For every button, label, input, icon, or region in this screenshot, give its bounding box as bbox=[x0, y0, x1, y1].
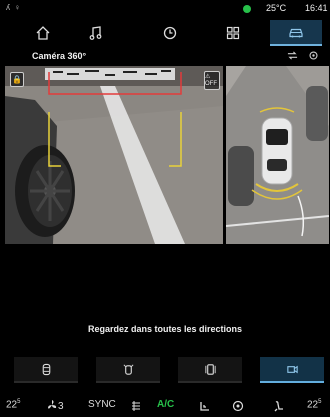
left-temperature[interactable]: 225 bbox=[6, 399, 20, 410]
status-icons: ʎ ♀ bbox=[6, 3, 22, 12]
camera-mode-icon[interactable]: 🔒 bbox=[10, 72, 24, 87]
settings-icon[interactable] bbox=[308, 50, 319, 61]
view-selector bbox=[0, 357, 330, 383]
front-view-button[interactable] bbox=[14, 357, 78, 383]
front-camera-icon bbox=[42, 363, 50, 375]
warning-off-button[interactable]: ⚠ OFF bbox=[204, 71, 220, 90]
clock: 16:41 bbox=[305, 3, 328, 13]
front-camera-view: 🔒 bbox=[5, 66, 223, 244]
top-view-icon bbox=[123, 364, 133, 375]
top-view-button[interactable] bbox=[96, 357, 160, 383]
phone-icon bbox=[163, 26, 177, 40]
front-camera-image bbox=[5, 66, 223, 244]
music-icon bbox=[89, 26, 102, 40]
outside-temperature: 25°C bbox=[266, 3, 287, 13]
fan-icon bbox=[48, 400, 57, 409]
home-button[interactable] bbox=[18, 20, 68, 46]
heated-seat-icon[interactable] bbox=[232, 400, 244, 412]
parking-camera-icon bbox=[286, 365, 298, 373]
ac-button[interactable]: A/C bbox=[157, 399, 174, 410]
side-view-button[interactable] bbox=[178, 357, 242, 383]
top-down-camera-view bbox=[226, 66, 329, 244]
fan-control[interactable]: 3 bbox=[46, 399, 64, 412]
apps-button[interactable] bbox=[208, 20, 258, 46]
parking-view-button[interactable] bbox=[260, 357, 324, 383]
right-temperature[interactable]: 225 bbox=[307, 399, 321, 410]
car-icon bbox=[289, 28, 303, 38]
top-down-image bbox=[226, 66, 329, 244]
camera-switch-icon[interactable] bbox=[287, 50, 298, 61]
apps-icon bbox=[226, 26, 240, 40]
home-icon bbox=[36, 26, 50, 40]
music-button[interactable] bbox=[70, 20, 120, 46]
safety-message: Regardez dans toutes les directions bbox=[87, 324, 243, 334]
air-recirculation-icon[interactable] bbox=[199, 400, 211, 412]
rear-defrost-icon[interactable] bbox=[130, 400, 142, 412]
status-indicator bbox=[243, 5, 251, 13]
climate-bar: 225 3 SYNC A/C 225 bbox=[0, 395, 330, 417]
car-button[interactable] bbox=[270, 20, 322, 46]
camera-screen: ʎ ♀ 25°C 16:41 Caméra 360° 🔒 ⚠ OFF Regar… bbox=[0, 0, 330, 417]
side-view-icon bbox=[204, 363, 216, 375]
title-actions bbox=[287, 50, 319, 61]
sync-button[interactable]: SYNC bbox=[88, 399, 116, 410]
phone-button[interactable] bbox=[145, 20, 195, 46]
top-navigation bbox=[0, 18, 330, 48]
status-bar: ʎ ♀ 25°C 16:41 bbox=[0, 0, 330, 16]
seat-icon[interactable] bbox=[273, 400, 285, 412]
page-title: Caméra 360° bbox=[32, 51, 87, 61]
